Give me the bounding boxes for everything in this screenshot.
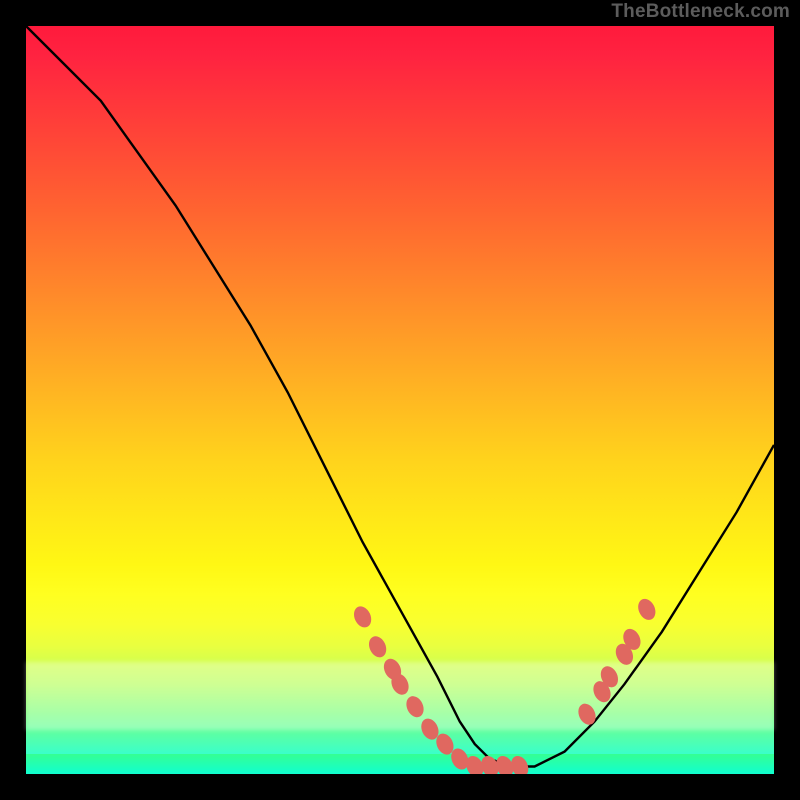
curve-marker xyxy=(403,693,427,720)
watermark-text: TheBottleneck.com xyxy=(611,1,790,23)
chart-svg xyxy=(26,26,774,774)
curve-marker xyxy=(635,596,659,623)
chart-plot-area xyxy=(26,26,774,774)
bottleneck-curve xyxy=(26,26,774,767)
curve-marker xyxy=(351,604,375,631)
curve-marker xyxy=(366,633,390,660)
curve-markers xyxy=(351,596,659,774)
curve-marker xyxy=(575,701,599,728)
